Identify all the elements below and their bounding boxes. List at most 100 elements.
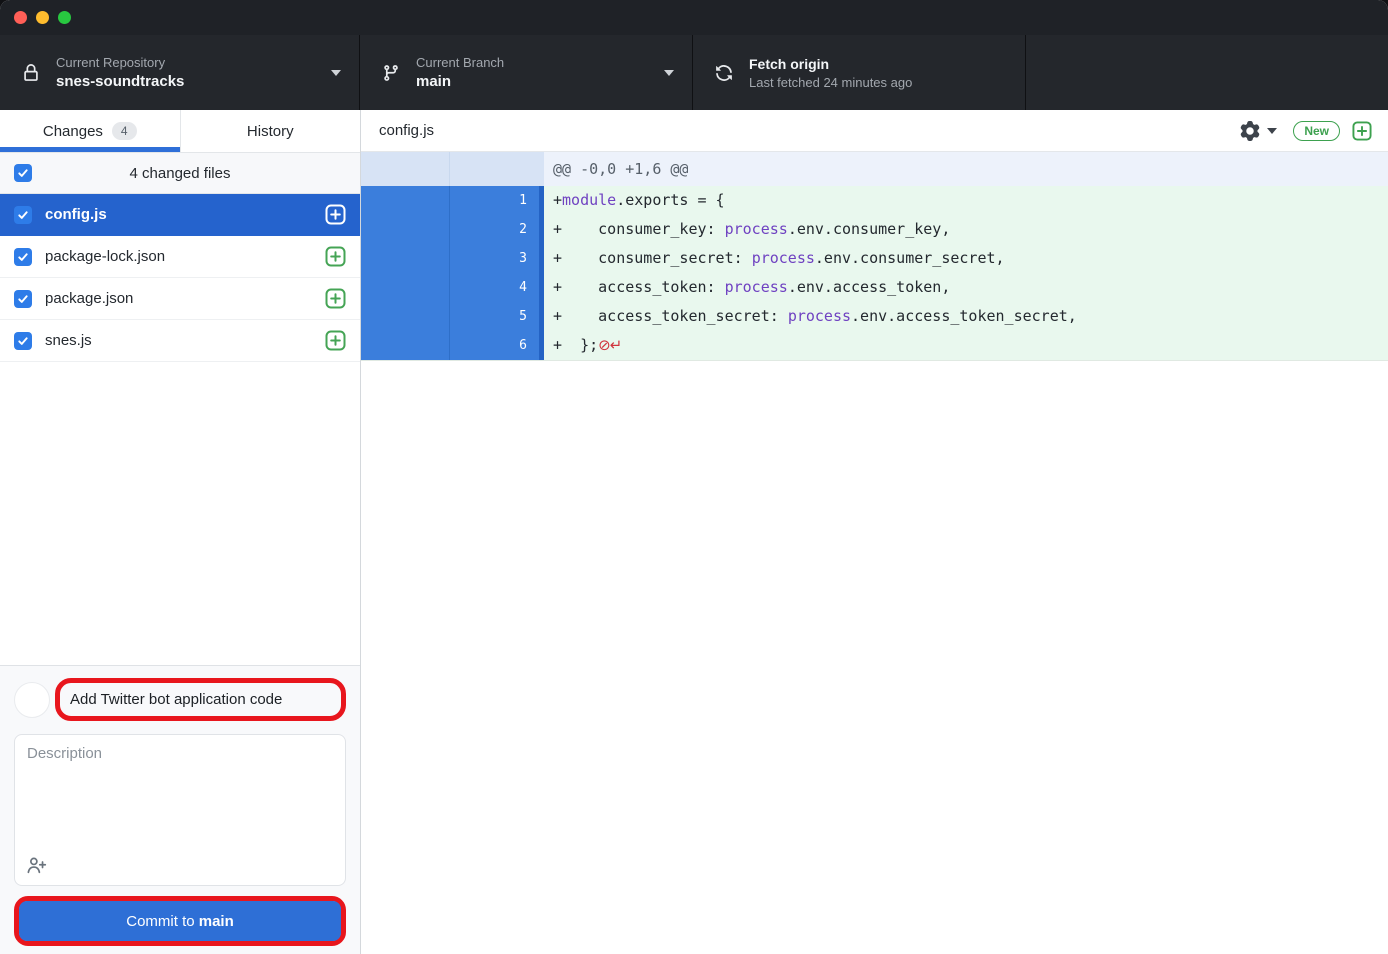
current-branch-selector[interactable]: Current Branch main xyxy=(360,35,693,110)
diff-line-number[interactable]: 3 xyxy=(450,244,539,273)
code-segment: process xyxy=(725,220,788,238)
diff-line-number[interactable]: 4 xyxy=(450,273,539,302)
file-row-package-lock-json[interactable]: package-lock.json xyxy=(0,236,360,278)
git-branch-icon xyxy=(382,64,400,82)
diff-line: 5+ access_token_secret: process.env.acce… xyxy=(361,302,1388,331)
current-repository-selector[interactable]: Current Repository snes-soundtracks xyxy=(0,35,360,110)
select-all-checkbox[interactable] xyxy=(14,164,32,182)
diff-gutter-old[interactable] xyxy=(361,215,450,244)
diff-gutter-old[interactable] xyxy=(361,273,450,302)
code-segment: + }; xyxy=(553,336,598,354)
diff-line-number[interactable]: 1 xyxy=(450,186,539,215)
diff-pane: config.js New @@ -0,0 +1,6 @@ xyxy=(361,110,1388,954)
file-name: snes.js xyxy=(45,332,312,349)
expand-diff-button[interactable] xyxy=(1352,121,1372,141)
fetch-origin-button[interactable]: Fetch origin Last fetched 24 minutes ago xyxy=(693,35,1026,110)
diff-gutter-new xyxy=(450,152,539,186)
added-file-icon[interactable] xyxy=(325,288,346,309)
chevron-down-icon xyxy=(1267,128,1277,134)
added-file-icon[interactable] xyxy=(325,330,346,351)
check-icon xyxy=(17,251,29,263)
check-icon xyxy=(17,335,29,347)
diff-line: 2+ consumer_key: process.env.consumer_ke… xyxy=(361,215,1388,244)
diff-options-button[interactable] xyxy=(1240,121,1277,141)
check-icon xyxy=(17,167,29,179)
diff-gutter-old[interactable] xyxy=(361,331,450,360)
branch-name: main xyxy=(416,73,654,90)
diff-code: + consumer_key: process.env.consumer_key… xyxy=(544,215,1388,244)
chevron-down-icon xyxy=(664,70,674,76)
file-checkbox[interactable] xyxy=(14,206,32,224)
diff-line-number[interactable]: 6 xyxy=(450,331,539,360)
code-segment: + access_token: xyxy=(553,278,725,296)
diff-gutter-old[interactable] xyxy=(361,186,450,215)
zoom-button[interactable] xyxy=(58,11,71,24)
code-segment: + consumer_key: xyxy=(553,220,725,238)
sidebar-tabs: Changes 4 History xyxy=(0,110,360,153)
lock-icon xyxy=(22,64,40,82)
toolbar: Current Repository snes-soundtracks Curr… xyxy=(0,35,1388,110)
annotation-commit-button-highlight: Commit to main xyxy=(14,896,346,946)
repository-name: snes-soundtracks xyxy=(56,73,321,90)
commit-description-input[interactable] xyxy=(27,745,333,853)
hunk-header-text: @@ -0,0 +1,6 @@ xyxy=(544,152,1388,186)
code-segment: .env.consumer_key, xyxy=(788,220,951,238)
titlebar xyxy=(0,0,1388,35)
diff-line: 3+ consumer_secret: process.env.consumer… xyxy=(361,244,1388,273)
file-row-snes-js[interactable]: snes.js xyxy=(0,320,360,362)
branch-label: Current Branch xyxy=(416,55,654,70)
avatar xyxy=(14,682,50,718)
file-checkbox[interactable] xyxy=(14,332,32,350)
diff-line-number[interactable]: 2 xyxy=(450,215,539,244)
file-row-package-json[interactable]: package.json xyxy=(0,278,360,320)
code-segment: process xyxy=(725,278,788,296)
code-segment: module xyxy=(562,191,616,209)
code-segment: process xyxy=(752,249,815,267)
commit-summary-input[interactable] xyxy=(60,683,341,716)
code-segment: .env.consumer_secret, xyxy=(815,249,1005,267)
diff-body: @@ -0,0 +1,6 @@ 1+module.exports = {2+ c… xyxy=(361,152,1388,361)
diff-header-controls: New xyxy=(1240,121,1372,141)
diff-empty-area xyxy=(361,361,1388,954)
code-segment: ⊘↵ xyxy=(598,336,621,354)
check-icon xyxy=(17,209,29,221)
chevron-down-icon xyxy=(331,70,341,76)
toolbar-filler xyxy=(1026,35,1388,110)
diff-lines: 1+module.exports = {2+ consumer_key: pro… xyxy=(361,186,1388,360)
tab-history[interactable]: History xyxy=(181,110,361,152)
code-segment: + xyxy=(553,191,562,209)
diff-file-name: config.js xyxy=(379,122,1240,139)
diff-header: config.js New xyxy=(361,110,1388,152)
code-segment: + access_token_secret: xyxy=(553,307,788,325)
file-name: config.js xyxy=(45,206,312,223)
code-segment: .exports = { xyxy=(616,191,724,209)
added-file-icon[interactable] xyxy=(325,246,346,267)
commit-button[interactable]: Commit to main xyxy=(19,901,341,941)
diff-code: + access_token_secret: process.env.acces… xyxy=(544,302,1388,331)
file-name: package.json xyxy=(45,290,312,307)
minimize-button[interactable] xyxy=(36,11,49,24)
commit-button-branch: main xyxy=(199,913,234,930)
code-segment: process xyxy=(788,307,851,325)
diff-line-number[interactable]: 5 xyxy=(450,302,539,331)
repository-label: Current Repository xyxy=(56,55,321,70)
diff-gutter-old[interactable] xyxy=(361,302,450,331)
diff-code: + consumer_secret: process.env.consumer_… xyxy=(544,244,1388,273)
code-segment: .env.access_token, xyxy=(788,278,951,296)
traffic-lights xyxy=(14,11,71,24)
diff-hunk-header-row: @@ -0,0 +1,6 @@ xyxy=(361,152,1388,186)
file-name: package-lock.json xyxy=(45,248,312,265)
close-button[interactable] xyxy=(14,11,27,24)
commit-form: Commit to main xyxy=(0,665,360,954)
diff-line: 4 + access_token: process.env.access_toke… xyxy=(361,273,1388,302)
diff-line: 1 +module.exports = { xyxy=(361,186,1388,215)
commit-summary-row xyxy=(14,678,346,721)
add-coauthor-icon[interactable] xyxy=(26,855,47,876)
file-checkbox[interactable] xyxy=(14,248,32,266)
added-file-icon[interactable] xyxy=(325,204,346,225)
diff-gutter-old[interactable] xyxy=(361,244,450,273)
file-row-config-js[interactable]: config.js xyxy=(0,194,360,236)
tab-changes[interactable]: Changes 4 xyxy=(0,110,181,152)
file-checkbox[interactable] xyxy=(14,290,32,308)
diff-code: + };⊘↵ xyxy=(544,331,1388,360)
